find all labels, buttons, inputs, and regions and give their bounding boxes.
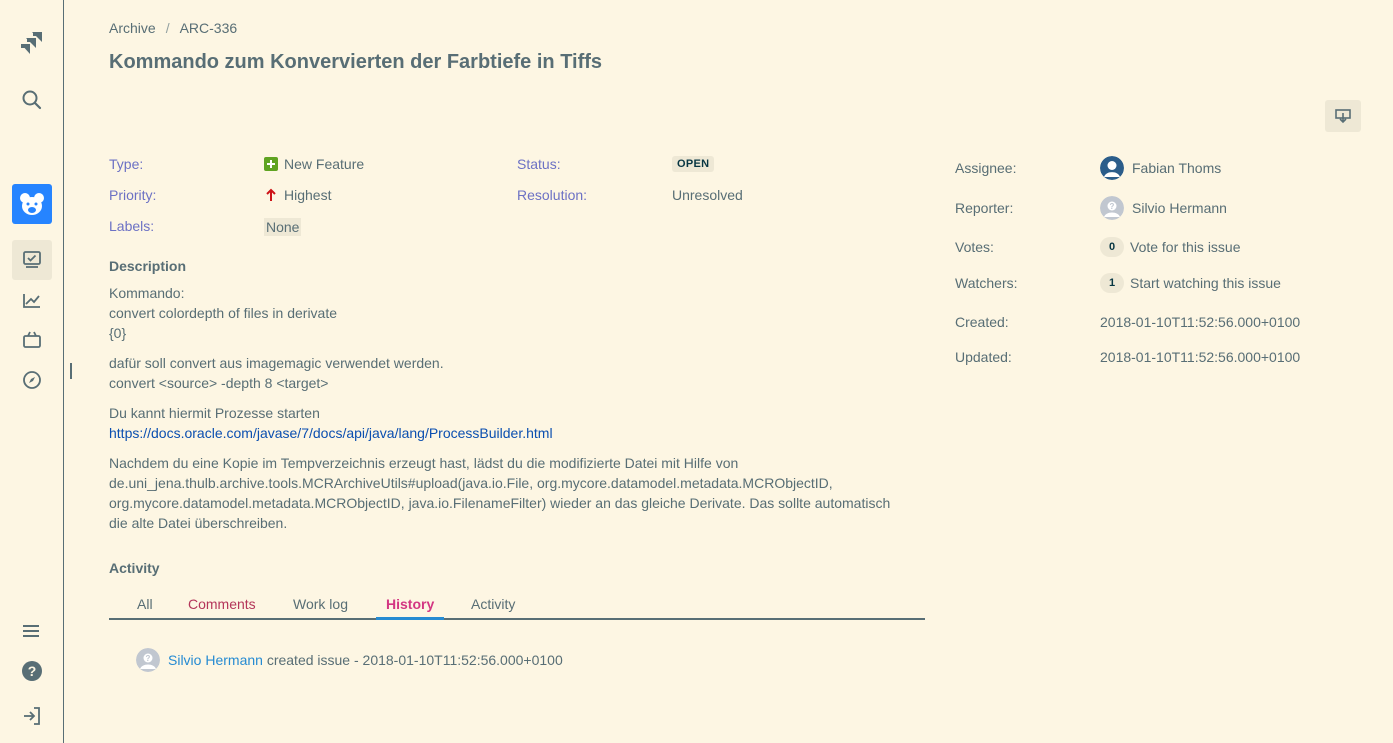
description-paragraph-4: Nachdem du eine Kopie im Tempverzeichnis… — [109, 453, 929, 533]
description-line: convert colordepth of files in derivate — [109, 305, 338, 321]
activity-tabs: All Comments Work log History Activity — [109, 594, 925, 620]
jira-logo-icon[interactable] — [12, 24, 52, 64]
search-icon[interactable] — [12, 80, 52, 120]
svg-text:?: ? — [146, 654, 151, 663]
description-line: dafür soll convert aus imagemagic verwen… — [109, 355, 444, 371]
priority-highest-icon — [266, 188, 276, 201]
votes-value: 0 Vote for this issue — [1100, 237, 1241, 257]
labels-none: None — [264, 218, 302, 236]
priority-value: Highest — [264, 187, 331, 203]
labels-value: None — [264, 218, 302, 236]
logout-icon[interactable] — [12, 696, 52, 736]
breadcrumb: Archive / ARC-336 — [109, 20, 237, 36]
project-avatar-icon[interactable] — [12, 184, 52, 224]
type-value-text: New Feature — [284, 156, 365, 172]
description-heading: Description — [109, 258, 187, 274]
reporter-name: Silvio Hermann — [1132, 200, 1227, 216]
votes-count-badge: 0 — [1100, 237, 1124, 257]
vote-action-link[interactable]: Vote for this issue — [1130, 239, 1241, 255]
breadcrumb-issue-link[interactable]: ARC-336 — [180, 20, 238, 36]
svg-text:?: ? — [28, 663, 37, 679]
description-line: die alte Datei überschreiben. — [109, 515, 288, 531]
reports-icon[interactable] — [12, 280, 52, 320]
description-line: de.uni_jena.thulb.archive.tools.MCRArchi… — [109, 475, 833, 491]
description-line: {0} — [109, 325, 127, 341]
watchers-value: 1 Start watching this issue — [1100, 273, 1281, 293]
updated-value: 2018-01-10T11:52:56.000+0100 — [1100, 349, 1301, 365]
default-user-avatar-icon: ? — [1100, 196, 1124, 220]
default-user-avatar-icon: ? — [136, 648, 160, 672]
new-feature-icon — [264, 157, 278, 171]
description-line: Kommando: — [109, 285, 185, 301]
tab-comments[interactable]: Comments — [178, 594, 266, 620]
watch-action-link[interactable]: Start watching this issue — [1130, 275, 1281, 291]
compass-icon[interactable] — [12, 360, 52, 400]
watchers-label: Watchers: — [955, 275, 1018, 291]
resolution-label: Resolution: — [517, 187, 588, 203]
history-entry: ? Silvio Hermann created issue - 2018-01… — [136, 648, 563, 672]
svg-text:?: ? — [1110, 202, 1115, 211]
assignee-value[interactable]: Fabian Thoms — [1100, 156, 1221, 180]
tab-history[interactable]: History — [376, 594, 445, 620]
priority-value-text: Highest — [284, 187, 332, 203]
resolution-value: Unresolved — [672, 187, 743, 203]
description-line: org.mycore.datamodel.metadata.MCRObjectI… — [109, 495, 891, 511]
reporter-label: Reporter: — [955, 200, 1014, 216]
breadcrumb-separator: / — [165, 20, 170, 36]
avatar: ? — [136, 648, 160, 672]
page-title: Kommando zum Konvervierten der Farbtiefe… — [109, 51, 603, 73]
description-paragraph-1: Kommando: convert colordepth of files in… — [109, 283, 929, 343]
description-line: convert <source> -depth 8 <target> — [109, 375, 329, 391]
processbuilder-link[interactable]: https://docs.oracle.com/javase/7/docs/ap… — [109, 425, 553, 441]
description-line: Du kannt hiermit Prozesse starten — [109, 405, 320, 421]
created-value: 2018-01-10T11:52:56.000+0100 — [1100, 314, 1301, 330]
history-action: created issue - 2018-01-10T11:52:56.000+… — [262, 652, 563, 668]
labels-label: Labels: — [109, 218, 155, 234]
assignee-label: Assignee: — [955, 160, 1017, 176]
description-line: Nachdem du eine Kopie im Tempverzeichnis… — [109, 455, 739, 471]
history-entry-text: Silvio Hermann created issue - 2018-01-1… — [168, 652, 563, 668]
status-value: OPEN — [672, 156, 715, 172]
help-icon[interactable]: ? — [12, 651, 52, 691]
description-paragraph-2: dafür soll convert aus imagemagic verwen… — [109, 353, 929, 393]
export-button[interactable] — [1325, 100, 1361, 132]
issue-view: Archive / ARC-336 Kommando zum Konvervie… — [109, 0, 1379, 743]
history-user-link[interactable]: Silvio Hermann — [168, 652, 263, 668]
created-label: Created: — [955, 314, 1009, 330]
menu-icon[interactable] — [12, 611, 52, 651]
assignee-name: Fabian Thoms — [1132, 160, 1222, 176]
reporter-value[interactable]: ? Silvio Hermann — [1100, 196, 1227, 220]
status-badge: OPEN — [672, 156, 715, 172]
type-value: New Feature — [264, 156, 364, 172]
watchers-count-badge: 1 — [1100, 273, 1124, 293]
description-paragraph-3: Du kannt hiermit Prozesse starten https:… — [109, 403, 929, 443]
sidebar-resize-handle[interactable] — [70, 363, 72, 379]
export-icon — [1335, 109, 1351, 124]
breadcrumb-project-link[interactable]: Archive — [109, 20, 156, 36]
global-sidebar: ? — [0, 0, 64, 743]
user-avatar-icon — [1100, 156, 1124, 180]
tab-activity[interactable]: Activity — [461, 594, 525, 620]
votes-label: Votes: — [955, 239, 994, 255]
type-label: Type: — [109, 156, 144, 172]
avatar — [1100, 156, 1124, 180]
board-icon[interactable] — [12, 240, 52, 280]
priority-label: Priority: — [109, 187, 157, 203]
updated-label: Updated: — [955, 349, 1012, 365]
avatar: ? — [1100, 196, 1124, 220]
tab-all[interactable]: All — [127, 594, 163, 620]
releases-icon[interactable] — [12, 320, 52, 360]
activity-heading: Activity — [109, 560, 160, 576]
tab-work-log[interactable]: Work log — [283, 594, 358, 620]
status-label: Status: — [517, 156, 561, 172]
